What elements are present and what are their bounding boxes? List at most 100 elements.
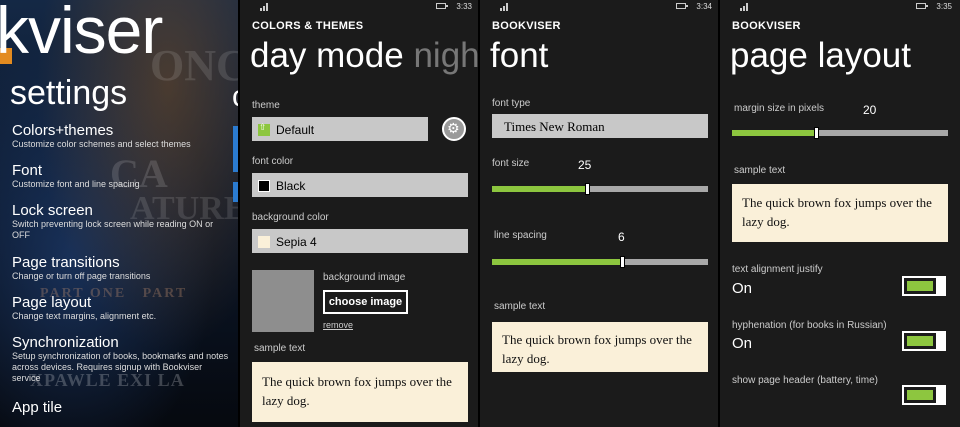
settings-item-title: Synchronization [12,334,119,351]
font-size-label: font size [492,158,530,169]
settings-item-lock-screen[interactable]: Lock screen Switch preventing lock scree… [12,202,232,241]
background-color-select[interactable]: Sepia 4 [252,229,468,253]
justify-toggle[interactable] [902,276,946,296]
signal-icon [740,3,750,11]
page-layout-panel: 3:35 BOOKVISER page layout margin size i… [720,0,960,427]
font-color-value: Black [276,179,306,193]
slider-fill [732,130,817,136]
page-title: font [490,36,549,75]
font-type-select[interactable]: Times New Roman [492,114,708,138]
settings-item-colors-themes[interactable]: Colors+themes Customize color schemes an… [12,122,232,150]
settings-item-title: Lock screen [12,202,93,219]
settings-item-title: Page transitions [12,254,120,271]
settings-item-page-layout[interactable]: Page layout Change text margins, alignme… [12,294,232,322]
app-title: kviser [0,0,163,67]
background-color-value: Sepia 4 [276,235,317,249]
font-color-select[interactable]: Black [252,173,468,197]
settings-item-subtitle: Change or turn off page transitions [12,271,151,281]
app-name: BOOKVISER [492,20,561,32]
hyphenation-toggle[interactable] [902,331,946,351]
divider [238,0,240,427]
status-bar: 3:34 [480,0,720,14]
theme-value: Default [276,123,315,137]
slider-thumb[interactable] [585,183,591,195]
font-size-slider[interactable] [492,183,708,195]
remove-link[interactable]: remove [323,320,353,330]
font-size-value: 25 [578,158,592,172]
background-color-swatch [258,236,270,248]
toggle-knob [936,385,946,405]
pivot-header: day mode nigh [250,36,480,76]
background-image-preview [252,270,314,332]
clock: 3:34 [696,2,712,11]
settings-item-font[interactable]: Font Customize font and line spacing [12,162,232,190]
slider-thumb[interactable] [814,127,820,139]
tab-day-mode[interactable]: day mode [250,36,404,75]
settings-panel: ONC CA ATURE PART ONE PART XPAWLE EXI LA… [0,0,240,427]
theme-label: theme [252,100,280,111]
signal-icon [260,3,270,11]
settings-item-subtitle: Customize color schemes and select theme… [12,139,191,149]
toggle-fill [907,336,933,346]
margin-size-slider[interactable] [732,127,948,139]
page-header-toggle[interactable] [902,385,946,405]
margin-size-value: 20 [863,103,877,117]
toggle-fill [907,281,933,291]
slider-fill [492,259,622,265]
settings-item-subtitle: Setup synchronization of books, bookmark… [12,351,229,383]
toggle-knob [936,331,946,351]
settings-item-title: Page layout [12,294,92,311]
settings-item-subtitle: Customize font and line spacing [12,179,140,189]
signal-icon [500,3,510,11]
sample-text-label: sample text [734,165,786,176]
background-color-label: background color [252,212,329,223]
settings-item-title: Font [12,162,43,179]
divider [478,0,480,427]
settings-item-synchronization[interactable]: Synchronization Setup synchronization of… [12,334,232,384]
sample-text-preview: The quick brown fox jumps over the lazy … [732,184,948,242]
theme-swatch: ⇧ [258,122,270,136]
settings-item-subtitle: Change text margins, alignment etc. [12,311,157,321]
clock: 3:35 [936,2,952,11]
divider [718,0,720,427]
page-header-label: show page header (battery, time) [732,375,879,386]
settings-item-page-transitions[interactable]: Page transitions Change or turn off page… [12,254,232,282]
tab-night-mode[interactable]: nigh [413,36,479,75]
sample-text-label: sample text [494,301,546,312]
font-type-label: font type [492,98,531,109]
margin-size-label: margin size in pixels [734,103,825,114]
toggle-fill [907,390,933,400]
app-name: BOOKVISER [732,20,801,32]
line-spacing-value: 6 [618,230,625,244]
background-image-label: background image [323,272,406,283]
sample-text-label: sample text [254,343,306,354]
sample-text-preview: The quick brown fox jumps over the lazy … [492,322,708,372]
theme-select[interactable]: ⇧ Default [252,117,428,141]
gear-icon[interactable] [442,117,466,141]
clock: 3:33 [456,2,472,11]
status-bar: 3:33 [240,0,480,14]
battery-icon [916,3,928,9]
battery-icon [676,3,688,9]
page-title: settings [10,74,128,112]
font-panel: 3:34 BOOKVISER font font type Times New … [480,0,720,427]
page-title: page layout [730,36,911,75]
settings-item-app-tile[interactable]: App tile [12,399,232,416]
app-name: COLORS & THEMES [252,20,364,32]
sample-text-preview: The quick brown fox jumps over the lazy … [252,362,468,422]
slider-thumb[interactable] [619,256,625,268]
justify-label: text alignment justify [732,264,823,275]
justify-state: On [732,280,753,297]
colors-themes-panel: 3:33 COLORS & THEMES day mode nigh theme… [240,0,480,427]
toggle-knob [936,276,946,296]
settings-item-subtitle: Switch preventing lock screen while read… [12,219,214,240]
settings-item-title: App tile [12,399,63,416]
font-color-label: font color [252,156,294,167]
settings-item-title: Colors+themes [12,122,114,139]
line-spacing-slider[interactable] [492,256,708,268]
choose-image-button[interactable]: choose image [323,290,408,314]
line-spacing-label: line spacing [494,230,547,241]
status-bar: 3:35 [720,0,960,14]
slider-fill [492,186,588,192]
hyphenation-label: hyphenation (for books in Russian) [732,320,887,331]
